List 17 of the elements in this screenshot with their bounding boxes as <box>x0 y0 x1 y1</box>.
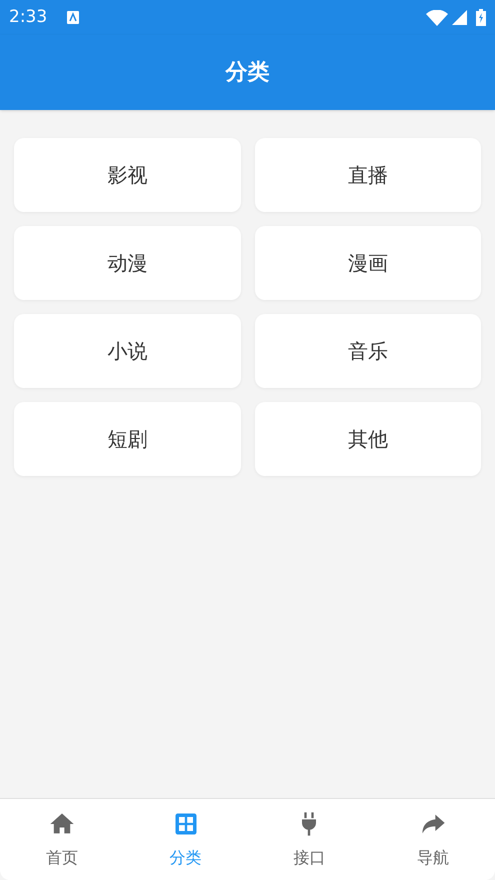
category-card[interactable]: 动漫 <box>14 226 240 300</box>
category-card[interactable]: 小说 <box>14 314 240 388</box>
category-card[interactable]: 短剧 <box>14 402 240 476</box>
status-time: 2:33 <box>9 6 48 29</box>
category-card[interactable]: 音乐 <box>254 314 481 388</box>
category-card[interactable]: 直播 <box>254 138 481 212</box>
nav-tab[interactable]: 接口 <box>248 799 372 880</box>
nav-tab[interactable]: 导航 <box>371 799 495 880</box>
battery-icon <box>476 9 486 26</box>
category-card[interactable]: 漫画 <box>254 226 481 300</box>
page-title: 分类 <box>226 59 270 87</box>
category-card[interactable]: 影视 <box>14 138 240 212</box>
keyboard-icon <box>67 11 80 24</box>
wifi-icon <box>426 10 448 26</box>
signal-icon <box>452 10 467 25</box>
nav-tab[interactable]: 首页 <box>0 799 124 880</box>
category-card[interactable]: 其他 <box>254 402 481 476</box>
